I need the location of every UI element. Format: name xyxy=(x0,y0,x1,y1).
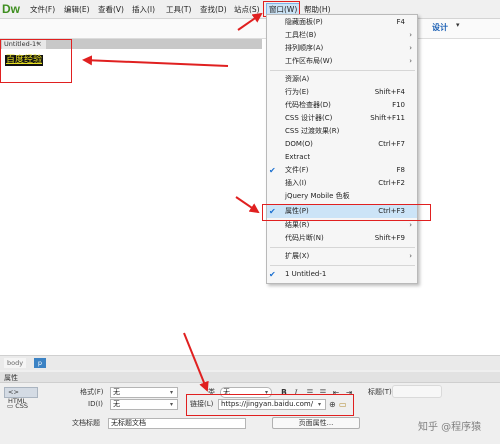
chevron-right-icon: › xyxy=(409,252,412,260)
properties-highlight-box xyxy=(262,204,431,221)
chevron-right-icon: › xyxy=(409,44,412,52)
dreamweaver-logo: Dw xyxy=(2,2,20,16)
menu-item-untitled-1[interactable]: ✔ 1 Untitled-1 xyxy=(267,268,417,281)
menu-item-dom[interactable]: DOM(O) Ctrl+F7 xyxy=(267,138,417,151)
menu-item-jquery-mobile-swatches[interactable]: jQuery Mobile 色板 xyxy=(267,190,417,203)
menu-item-files[interactable]: ✔ 文件(F) F8 xyxy=(267,164,417,177)
menu-separator xyxy=(270,247,415,248)
doc-title-label: 文档标题 xyxy=(72,419,100,427)
menu-item-css-transitions[interactable]: CSS 过渡效果(R) xyxy=(267,125,417,138)
tag-selector-p[interactable]: p xyxy=(34,358,46,368)
menu-file[interactable]: 文件(F) xyxy=(28,3,57,16)
menu-insert[interactable]: 插入(I) xyxy=(130,3,157,16)
menu-view[interactable]: 查看(V) xyxy=(96,3,126,16)
checkmark-icon: ✔ xyxy=(269,166,276,175)
link-highlight-box xyxy=(186,394,354,416)
css-mode-button[interactable]: ▭ CSS xyxy=(4,401,38,412)
menu-item-toolbars[interactable]: 工具栏(B) › xyxy=(267,29,417,42)
title-label: 标题(T) xyxy=(368,388,392,396)
design-canvas[interactable] xyxy=(0,49,262,355)
menu-item-hide-panels[interactable]: 隐藏面板(P) F4 xyxy=(267,16,417,29)
menu-tools[interactable]: 工具(T) xyxy=(164,3,193,16)
menu-item-extract[interactable]: Extract xyxy=(267,151,417,164)
doc-title-input[interactable]: 无标题文档 xyxy=(108,418,246,429)
menu-item-snippets[interactable]: 代码片断(N) Shift+F9 xyxy=(267,232,417,245)
menu-item-css-designer[interactable]: CSS 设计器(C) Shift+F11 xyxy=(267,112,417,125)
chevron-down-icon: ▾ xyxy=(170,401,174,408)
menu-find[interactable]: 查找(D) xyxy=(198,3,229,16)
chevron-right-icon: › xyxy=(409,57,412,65)
menu-separator xyxy=(270,70,415,71)
checkmark-icon: ✔ xyxy=(269,270,276,279)
css-icon: ▭ xyxy=(7,402,14,410)
id-select[interactable]: 无 xyxy=(110,399,178,410)
tag-selector-body[interactable]: body xyxy=(4,358,27,368)
menu-item-assets[interactable]: 资源(A) xyxy=(267,73,417,86)
properties-panel-header xyxy=(0,372,500,383)
chevron-right-icon: › xyxy=(409,31,412,39)
page-properties-button[interactable]: 页面属性... xyxy=(272,417,360,429)
menu-item-extensions[interactable]: 扩展(X) › xyxy=(267,250,417,263)
chevron-down-icon: ▾ xyxy=(170,389,174,396)
chevron-down-icon[interactable]: ▾ xyxy=(456,21,460,29)
menu-site[interactable]: 站点(S) xyxy=(232,3,262,16)
menu-item-insert[interactable]: 插入(I) Ctrl+F2 xyxy=(267,177,417,190)
toolbar xyxy=(0,19,500,39)
side-panel xyxy=(418,39,500,355)
menu-item-code-inspector[interactable]: 代码检查器(D) F10 xyxy=(267,99,417,112)
properties-title: 属性 xyxy=(4,374,18,382)
status-bar xyxy=(0,355,500,370)
design-view-button[interactable]: 设计 xyxy=(432,22,448,33)
format-select[interactable]: 无 xyxy=(110,387,178,398)
id-label: ID(I) xyxy=(88,400,103,408)
format-label: 格式(F) xyxy=(80,388,104,396)
html-mode-button[interactable]: <> HTML xyxy=(4,387,38,405)
document-highlight-box xyxy=(0,39,72,83)
title-field[interactable] xyxy=(392,385,442,398)
html-icon: <> xyxy=(8,388,19,396)
menu-edit[interactable]: 编辑(E) xyxy=(62,3,92,16)
watermark: 知乎 @程序猿 xyxy=(418,422,482,433)
menu-item-arrange[interactable]: 排列顺序(A) › xyxy=(267,42,417,55)
menu-item-behaviors[interactable]: 行为(E) Shift+F4 xyxy=(267,86,417,99)
menu-item-workspace-layout[interactable]: 工作区布局(W) › xyxy=(267,55,417,68)
menu-separator xyxy=(270,265,415,266)
